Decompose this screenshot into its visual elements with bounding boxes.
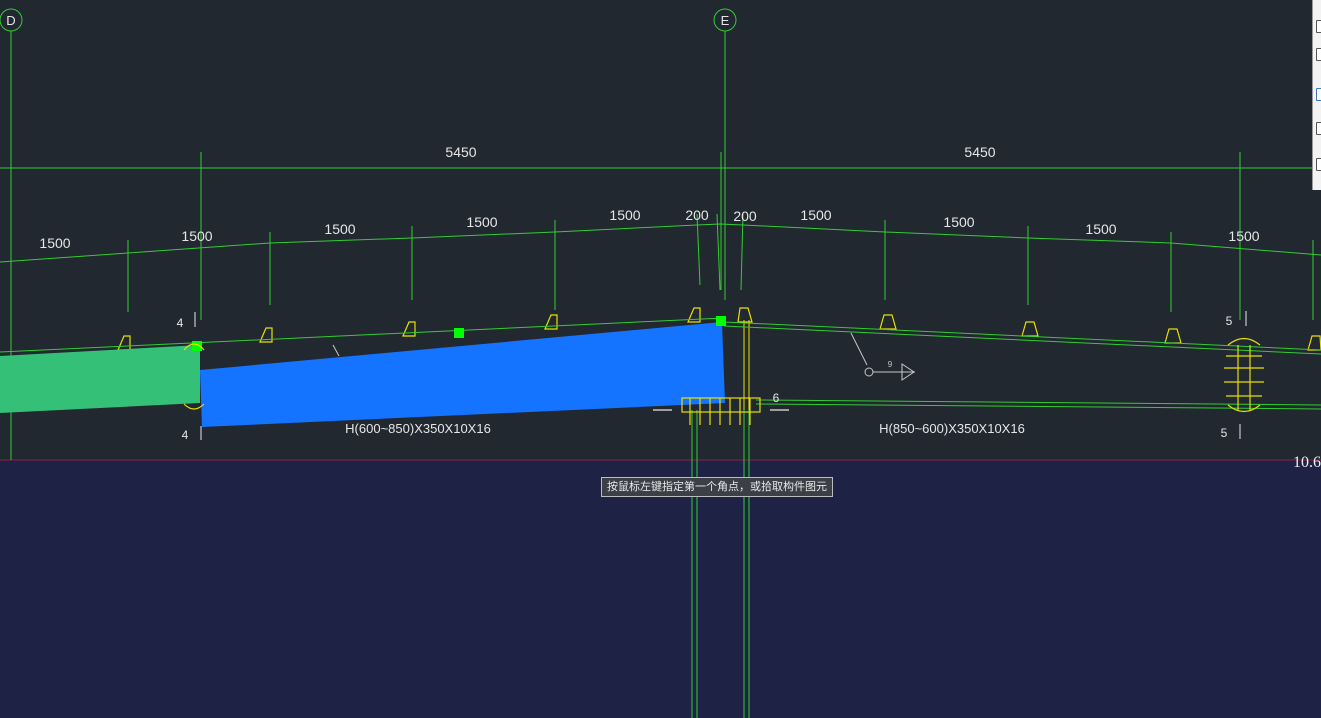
- dim-arch-11: 1500: [1228, 228, 1259, 244]
- section-5-bottom: 5: [1221, 426, 1228, 440]
- dim-arch-4: 1500: [466, 214, 497, 230]
- grip-mid[interactable]: [454, 328, 464, 338]
- cad-drawing-canvas[interactable]: D E 5450 5450 1500 1500 1500 1500 1500 2…: [0, 0, 1321, 718]
- dim-arch-6: 200: [685, 207, 709, 223]
- member-label-right: H(850~600)X350X10X16: [879, 421, 1025, 436]
- dim-arch-10: 1500: [1085, 221, 1116, 237]
- section-5-top: 5: [1226, 314, 1233, 328]
- dim-arch-1: 1500: [39, 235, 70, 251]
- elevation-label: 10.6: [1293, 454, 1321, 471]
- grid-axis-e: E: [713, 8, 737, 300]
- lower-area: [0, 460, 1321, 718]
- section-4-bottom: 4: [182, 428, 189, 442]
- panel-checkbox-1[interactable]: [1316, 20, 1321, 33]
- section-mark-5: 5 5: [1221, 311, 1247, 440]
- section-4-top: 4: [177, 316, 184, 330]
- dim-arch-7: 200: [733, 208, 757, 224]
- dim-arch-8: 1500: [800, 207, 831, 223]
- dim-arch-2: 1500: [181, 228, 212, 244]
- grid-axis-e-label: E: [721, 13, 730, 28]
- leader-ref: 9: [888, 360, 893, 369]
- panel-checkbox-3[interactable]: [1316, 88, 1321, 101]
- grip-right[interactable]: [716, 316, 726, 326]
- properties-side-panel[interactable]: [1312, 0, 1321, 190]
- dim-arch-9: 1500: [943, 214, 974, 230]
- panel-checkbox-5[interactable]: [1316, 158, 1321, 171]
- selected-member-green[interactable]: [0, 345, 200, 413]
- dim-arch-3: 1500: [324, 221, 355, 237]
- grid-axis-d-label: D: [6, 13, 15, 28]
- command-prompt-tooltip: 按鼠标左键指定第一个角点，或拾取构件图元: [601, 477, 833, 497]
- dim-arch-5: 1500: [609, 207, 640, 223]
- dim-top-right: 5450: [964, 144, 995, 160]
- member-label-left: H(600~850)X350X10X16: [345, 421, 491, 436]
- panel-checkbox-4[interactable]: [1316, 122, 1321, 135]
- panel-checkbox-2[interactable]: [1316, 48, 1321, 61]
- section-mark-6: 6: [773, 391, 780, 405]
- dim-top-left: 5450: [445, 144, 476, 160]
